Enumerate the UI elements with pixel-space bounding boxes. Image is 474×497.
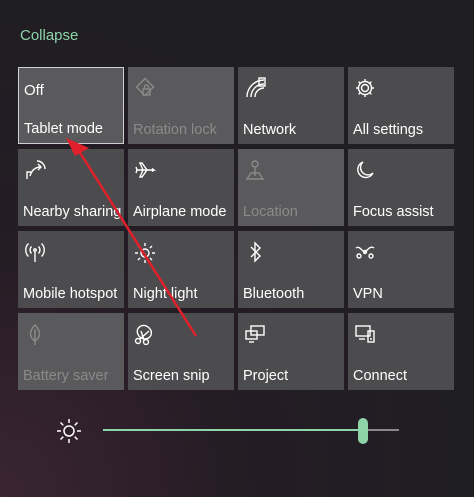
tile-label: VPN bbox=[353, 286, 383, 302]
tile-all-settings[interactable]: All settings bbox=[348, 67, 454, 144]
screen-snip-icon bbox=[134, 323, 156, 346]
tile-label: Rotation lock bbox=[133, 122, 217, 138]
tile-bluetooth[interactable]: Bluetooth bbox=[238, 231, 344, 308]
tile-location[interactable]: Location bbox=[238, 149, 344, 226]
tile-label: Location bbox=[243, 204, 298, 220]
battery-saver-icon bbox=[24, 323, 46, 345]
bluetooth-icon bbox=[244, 241, 266, 263]
brightness-thumb[interactable] bbox=[358, 418, 369, 444]
tile-label: Connect bbox=[353, 368, 408, 384]
rotation-lock-icon bbox=[134, 77, 156, 99]
tile-tablet-mode[interactable]: Off Tablet mode bbox=[18, 67, 124, 144]
brightness-slider[interactable] bbox=[56, 414, 406, 446]
tile-label: Network bbox=[243, 122, 297, 138]
tile-vpn[interactable]: VPN bbox=[348, 231, 454, 308]
connect-icon bbox=[354, 323, 376, 345]
tile-connect[interactable]: Connect bbox=[348, 313, 454, 390]
tile-night-light[interactable]: Night light bbox=[128, 231, 234, 308]
tablet-mode-state: Off bbox=[24, 82, 44, 99]
tile-label: Night light bbox=[133, 286, 198, 302]
tile-label: Nearby sharing bbox=[23, 204, 122, 220]
project-icon bbox=[244, 323, 266, 345]
moon-icon bbox=[354, 159, 376, 181]
tile-focus-assist[interactable]: Focus assist bbox=[348, 149, 454, 226]
tile-label: Bluetooth bbox=[243, 286, 305, 302]
hotspot-icon bbox=[24, 241, 46, 263]
tile-battery-saver[interactable]: Battery saver bbox=[18, 313, 124, 390]
brightness-track-fill bbox=[103, 429, 364, 431]
tile-label: Focus assist bbox=[353, 204, 434, 220]
gear-icon bbox=[354, 77, 376, 99]
tile-label: All settings bbox=[353, 122, 424, 138]
tile-airplane-mode[interactable]: Airplane mode bbox=[128, 149, 234, 226]
network-icon bbox=[244, 77, 266, 99]
collapse-link[interactable]: Collapse bbox=[20, 27, 78, 44]
night-light-icon bbox=[134, 241, 156, 263]
tile-label: Battery saver bbox=[23, 368, 109, 384]
share-icon bbox=[24, 159, 46, 181]
tile-label: Project bbox=[243, 368, 289, 384]
vpn-icon bbox=[354, 241, 376, 263]
tile-screen-snip[interactable]: Screen snip bbox=[128, 313, 234, 390]
brightness-icon bbox=[56, 418, 82, 444]
tile-label: Airplane mode bbox=[133, 204, 227, 220]
tile-project[interactable]: Project bbox=[238, 313, 344, 390]
location-icon bbox=[244, 159, 266, 181]
airplane-icon bbox=[134, 159, 157, 181]
tile-label: Tablet mode bbox=[24, 121, 103, 137]
tile-mobile-hotspot[interactable]: Mobile hotspot bbox=[18, 231, 124, 308]
tile-network[interactable]: Network bbox=[238, 67, 344, 144]
tile-rotation-lock[interactable]: Rotation lock bbox=[128, 67, 234, 144]
tile-label: Mobile hotspot bbox=[23, 286, 118, 302]
tile-nearby-sharing[interactable]: Nearby sharing bbox=[18, 149, 124, 226]
brightness-track[interactable] bbox=[103, 418, 399, 444]
tile-label: Screen snip bbox=[133, 368, 210, 384]
